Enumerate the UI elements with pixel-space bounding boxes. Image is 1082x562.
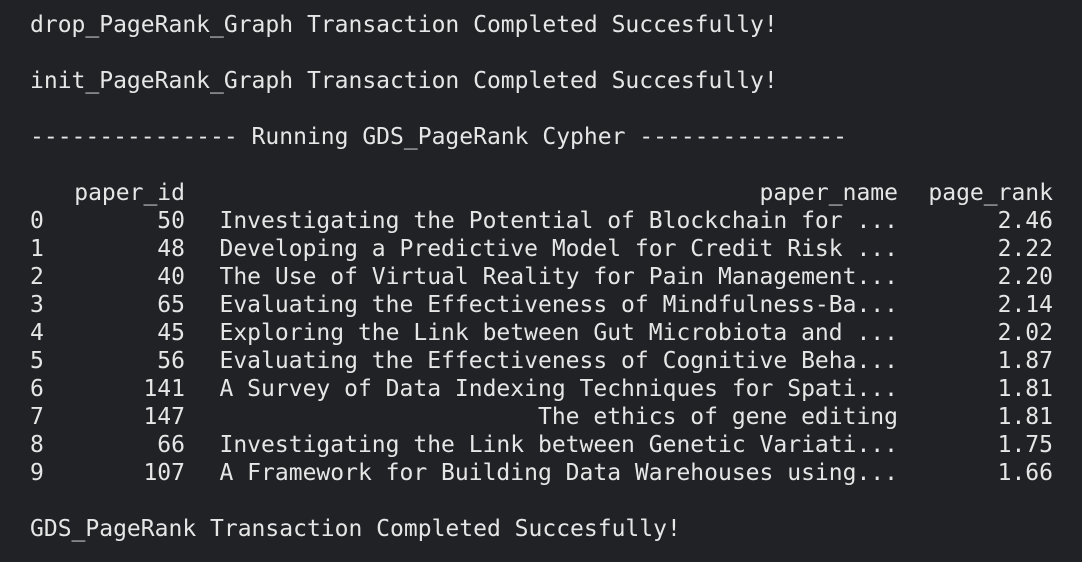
paper-name-cell: Investigating the Link between Genetic V…	[219, 432, 898, 458]
paper-name-cell: A Survey of Data Indexing Techniques for…	[219, 376, 898, 402]
paper-id-cell: 66	[157, 432, 185, 458]
pagerank-status-line: GDS_PageRank Transaction Completed Succe…	[30, 516, 681, 542]
paper-id-cell: 56	[157, 348, 185, 374]
paper-name-cell: Investigating the Potential of Blockchai…	[219, 208, 898, 234]
paper-name-cell: Evaluating the Effectiveness of Mindfuln…	[219, 292, 898, 318]
row-index: 9	[30, 460, 44, 486]
table-body: 0 50 Investigating the Potential of Blockc…	[30, 207, 1055, 487]
row-index: 5	[30, 348, 44, 374]
paper-name-cell: A Framework for Building Data Warehouses…	[219, 460, 898, 486]
paper-id-cell: 50	[157, 208, 185, 234]
table-header-row: paper_id paper_name page_rank	[30, 179, 1055, 207]
paper-name-cell: The Use of Virtual Reality for Pain Mana…	[219, 264, 898, 290]
paper-id-cell: 141	[143, 376, 185, 402]
table-row: 4 45 Exploring the Link between Gut Microb…	[30, 319, 1055, 347]
table-row: 7 147 The ethics of gene editing 1.81	[30, 403, 1055, 431]
row-index: 6	[30, 376, 44, 402]
paper-id-cell: 147	[143, 404, 185, 430]
page-rank-cell: 1.66	[997, 460, 1053, 486]
header-page-rank: page_rank	[928, 180, 1053, 206]
row-index: 2	[30, 264, 44, 290]
page-rank-cell: 2.20	[997, 264, 1053, 290]
row-index: 0	[30, 208, 44, 234]
table-row: 1 48 Developing a Predictive Model for Cre…	[30, 235, 1055, 263]
table-row: 5 56 Evaluating the Effectiveness of Cogni…	[30, 347, 1055, 375]
page-rank-cell: 2.22	[997, 236, 1053, 262]
paper-id-cell: 65	[157, 292, 185, 318]
row-index: 3	[30, 292, 44, 318]
paper-name-cell: Exploring the Link between Gut Microbiot…	[219, 320, 898, 346]
table-row: 3 65 Evaluating the Effectiveness of Mindf…	[30, 291, 1055, 319]
table-row: 6 141 A Survey of Data Indexing Techniques…	[30, 375, 1055, 403]
paper-id-cell: 40	[157, 264, 185, 290]
row-index: 8	[30, 432, 44, 458]
row-index: 4	[30, 320, 44, 346]
row-index: 7	[30, 404, 44, 430]
page-rank-cell: 1.87	[997, 348, 1053, 374]
page-rank-cell: 2.46	[997, 208, 1053, 234]
page-rank-cell: 1.81	[997, 404, 1053, 430]
table-row: 8 66 Investigating the Link between Geneti…	[30, 431, 1055, 459]
paper-name-cell: The ethics of gene editing	[537, 404, 898, 430]
header-paper-id: paper_id	[74, 180, 185, 206]
paper-id-cell: 107	[143, 460, 185, 486]
paper-name-cell: Evaluating the Effectiveness of Cognitiv…	[219, 348, 898, 374]
pagerank-dataframe: paper_id paper_name page_rank 0 50 Investi…	[30, 179, 1055, 487]
page-rank-cell: 1.81	[997, 376, 1053, 402]
page-rank-cell: 1.75	[997, 432, 1053, 458]
paper-id-cell: 48	[157, 236, 185, 262]
drop-graph-status-line: drop_PageRank_Graph Transaction Complete…	[30, 12, 778, 38]
table-row: 0 50 Investigating the Potential of Blockc…	[30, 207, 1055, 235]
init-graph-status-line: init_PageRank_Graph Transaction Complete…	[30, 68, 778, 94]
page-rank-cell: 2.02	[997, 320, 1053, 346]
header-paper-name: paper_name	[759, 180, 898, 206]
table-row: 2 40 The Use of Virtual Reality for Pain M…	[30, 263, 1055, 291]
paper-id-cell: 45	[157, 320, 185, 346]
running-cypher-banner: --------------- Running GDS_PageRank Cyp…	[30, 124, 847, 150]
table-row: 9 107 A Framework for Building Data Wareho…	[30, 459, 1055, 487]
row-index: 1	[30, 236, 44, 262]
page-rank-cell: 2.14	[997, 292, 1053, 318]
paper-name-cell: Developing a Predictive Model for Credit…	[219, 236, 898, 262]
